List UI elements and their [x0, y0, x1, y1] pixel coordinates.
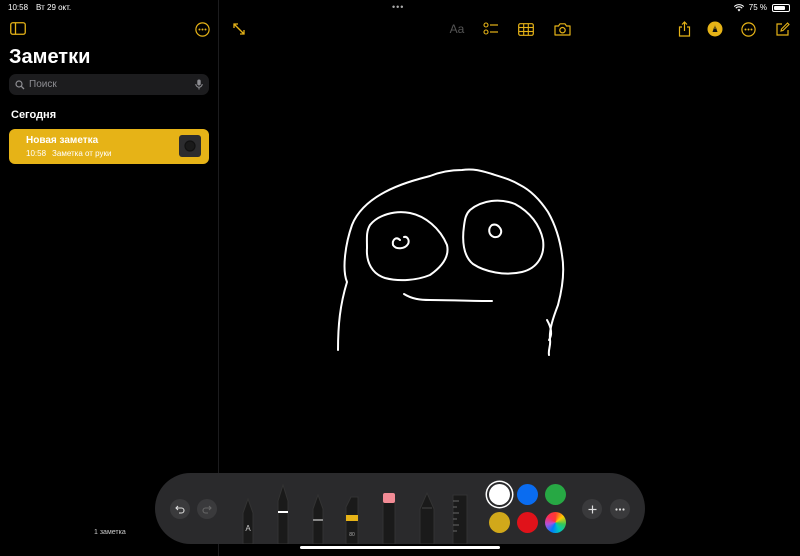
drawing-tools: A 80 [242, 483, 468, 544]
checklist-icon [483, 22, 498, 35]
plus-icon [588, 505, 596, 513]
microphone-icon[interactable] [195, 79, 203, 90]
markup-button[interactable] [706, 20, 724, 38]
sidebar-icon [10, 21, 26, 35]
share-button[interactable] [675, 20, 693, 38]
monoline-pen-tool[interactable]: A [242, 497, 254, 544]
expand-arrows-icon [233, 23, 245, 35]
handwritten-sketch [337, 168, 565, 356]
eraser-tool[interactable] [382, 493, 396, 544]
page-title: Заметки [9, 46, 91, 68]
multitasking-dots[interactable]: ••• [392, 2, 404, 12]
color-swatch-yellow[interactable] [489, 512, 510, 533]
sidebar-toggle-button[interactable] [9, 20, 27, 36]
markup-pen-icon [707, 21, 723, 37]
search-icon [15, 79, 25, 89]
battery-icon [772, 3, 790, 12]
compose-button[interactable] [773, 20, 791, 38]
camera-icon [553, 23, 571, 36]
format-label: Aa [449, 22, 465, 36]
search-field[interactable]: Поиск [9, 74, 209, 95]
search-placeholder: Поиск [29, 79, 57, 90]
note-list-item[interactable]: Новая заметка 10:58 Заметка от руки [9, 129, 209, 164]
color-swatch-white[interactable] [489, 484, 510, 505]
marker-tool[interactable]: 80 [345, 496, 359, 544]
format-button[interactable]: Aa [447, 20, 467, 38]
more-icon [740, 21, 756, 37]
palette-more-button[interactable] [610, 499, 630, 519]
marker-letter: 80 [349, 532, 355, 538]
table-button[interactable] [517, 20, 535, 38]
redo-button[interactable] [197, 499, 217, 519]
battery-percent: 75 % [748, 3, 767, 12]
undo-icon [175, 505, 185, 514]
camera-button[interactable] [552, 20, 572, 38]
drawing-canvas[interactable] [220, 40, 800, 470]
note-count: 1 заметка [94, 529, 126, 536]
home-indicator[interactable] [300, 546, 500, 549]
color-swatch-green[interactable] [545, 484, 566, 505]
redo-icon [202, 505, 212, 514]
note-time: 10:58 [26, 149, 47, 158]
share-icon [678, 21, 690, 37]
fineliner-tool[interactable] [312, 493, 324, 544]
note-thumbnail [179, 135, 201, 157]
status-bar-right: 75 % [733, 3, 790, 12]
note-subtitle: 10:58 Заметка от руки [26, 149, 112, 158]
sidebar-more-button[interactable] [193, 20, 211, 38]
ellipsis-icon [615, 507, 625, 511]
wifi-icon [733, 3, 744, 11]
table-icon [518, 22, 534, 36]
color-swatch-red[interactable] [517, 512, 538, 533]
pencil-tool[interactable] [419, 491, 435, 544]
color-picker-rainbow[interactable] [545, 512, 566, 533]
note-title: Новая заметка [26, 135, 99, 146]
ruler-tool[interactable] [452, 494, 468, 544]
undo-button[interactable] [170, 499, 190, 519]
pen-tool[interactable] [277, 483, 289, 544]
add-tool-button[interactable] [582, 499, 602, 519]
battery-fill [774, 5, 785, 10]
fullscreen-button[interactable] [230, 20, 248, 38]
note-preview: Заметка от руки [52, 149, 112, 158]
pen-letter: A [245, 524, 251, 533]
more-options-button[interactable] [739, 20, 757, 38]
compose-icon [775, 21, 790, 36]
more-icon [194, 21, 210, 37]
tool-palette: A 80 [155, 473, 645, 544]
sketch-thumbnail-icon [184, 140, 196, 152]
checklist-button[interactable] [482, 20, 500, 38]
color-swatch-blue[interactable] [517, 484, 538, 505]
section-header-today: Сегодня [11, 109, 57, 121]
